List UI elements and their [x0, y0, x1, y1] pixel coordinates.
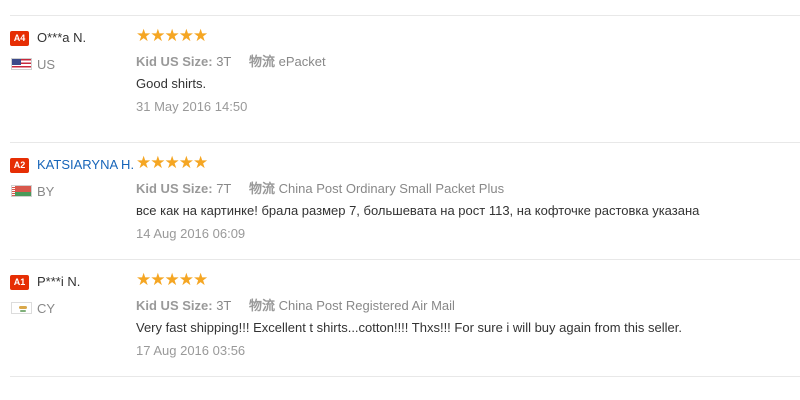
- buyer-name: O***a N.: [37, 30, 87, 45]
- size-label: Kid US Size:: [136, 181, 213, 196]
- shipping-value: China Post Ordinary Small Packet Plus: [278, 181, 505, 196]
- feedback-date: 17 Aug 2016 03:56: [136, 343, 246, 358]
- buyer-country: CY: [37, 301, 56, 316]
- divider: [10, 142, 800, 143]
- size-label: Kid US Size:: [136, 298, 213, 313]
- shipping-value: China Post Registered Air Mail: [278, 298, 455, 313]
- feedback-text: Good shirts.: [136, 76, 207, 91]
- buyer-level-badge: A4: [10, 31, 29, 46]
- shipping-label: 物流: [249, 54, 276, 69]
- buyer-name: P***i N.: [37, 274, 81, 289]
- size-value: 7T: [216, 181, 232, 196]
- size-value: 3T: [216, 54, 232, 69]
- star-rating: ★★★★★: [136, 26, 208, 45]
- buyer-level-badge: A1: [10, 275, 29, 290]
- us-flag-icon: [11, 58, 32, 70]
- size-value: 3T: [216, 298, 232, 313]
- feedback-date: 31 May 2016 14:50: [136, 99, 248, 114]
- cy-flag-icon: [11, 302, 32, 314]
- star-rating: ★★★★★: [136, 153, 208, 172]
- shipping-value: ePacket: [278, 54, 326, 69]
- buyer-level-badge: A2: [10, 158, 29, 173]
- feedback-text: все как на картинке! брала размер 7, бол…: [136, 203, 700, 218]
- buyer-name-link[interactable]: KATSIARYNA H.: [37, 157, 134, 172]
- divider-top: [10, 15, 800, 16]
- order-attributes: Kid US Size: 7T 物流 China Post Ordinary S…: [136, 178, 504, 197]
- shipping-label: 物流: [249, 298, 276, 313]
- shipping-label: 物流: [249, 181, 276, 196]
- order-attributes: Kid US Size: 3T 物流 China Post Registered…: [136, 295, 455, 314]
- by-flag-icon: [11, 185, 32, 197]
- size-label: Kid US Size:: [136, 54, 213, 69]
- feedback-text: Very fast shipping!!! Excellent t shirts…: [136, 320, 682, 335]
- divider-bottom: [10, 376, 800, 377]
- divider: [10, 259, 800, 260]
- star-rating: ★★★★★: [136, 270, 208, 289]
- buyer-country: US: [37, 57, 56, 72]
- order-attributes: Kid US Size: 3T 物流 ePacket: [136, 51, 326, 70]
- buyer-country: BY: [37, 184, 55, 199]
- feedback-date: 14 Aug 2016 06:09: [136, 226, 246, 241]
